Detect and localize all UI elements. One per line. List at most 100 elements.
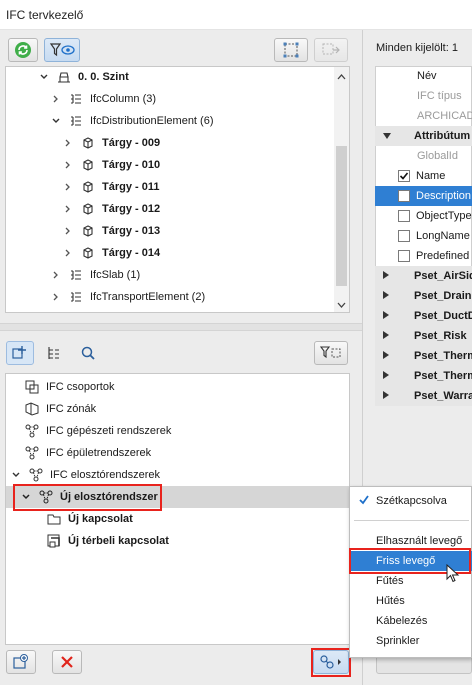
ifc-type-icon [68,289,84,305]
scroll-down-icon[interactable] [337,300,346,312]
chevron-right-icon[interactable] [383,290,389,302]
panel-splitter[interactable] [0,323,362,331]
filter-selection-button[interactable] [314,341,348,365]
tree-row-object[interactable]: Tárgy - 013 [62,220,160,242]
tree-row-ifctransport[interactable]: IfcTransportElement (2) [50,286,205,308]
chevron-right-icon[interactable] [62,137,74,149]
chevron-right-icon[interactable] [383,350,389,362]
object-icon [80,245,96,261]
section-pset[interactable]: Pset_Therm [375,366,472,386]
prop-objecttype-check[interactable]: ObjectType [375,206,472,226]
chevron-right-icon[interactable] [50,269,62,281]
system-icon [24,445,40,461]
tree-row-label: IFC zónák [46,403,97,415]
menu-separator [354,520,469,521]
chevron-down-icon[interactable] [38,71,50,83]
chevron-right-icon[interactable] [62,203,74,215]
prop-longname-check[interactable]: LongName [375,226,472,246]
chevron-right-icon[interactable] [62,181,74,193]
story-icon [56,69,72,85]
tree-row-object[interactable]: Tárgy - 009 [62,132,160,154]
menu-item-cooling[interactable]: Hűtés [350,591,472,611]
tree-row-label: 0. 0. Szint [78,71,129,83]
tree-row-story[interactable]: 0. 0. Szint [38,66,129,88]
hierarchy-icon [48,347,59,359]
tree-row-label: Tárgy - 014 [102,247,161,259]
menu-item-disconnected[interactable]: Szétkapcsolva [350,491,472,511]
selection-count: Minden kijelölt: 1 [376,42,458,54]
ifc-type-icon [68,267,84,283]
section-pset[interactable]: Pset_Warra [375,386,472,406]
new-folder-icon [13,654,28,669]
chevron-right-icon[interactable] [383,310,389,322]
prop-ifc-type: IFC típus [417,90,462,102]
chevron-right-icon[interactable] [383,330,389,342]
scroll-thumb[interactable] [336,146,347,286]
mouse-cursor-icon [446,563,460,587]
checkbox[interactable] [398,210,410,222]
tree-row-label: Tárgy - 011 [102,181,160,193]
tab-groups-systems[interactable] [6,341,34,365]
tree-row-distribution-systems[interactable]: IFC elosztórendszerek [10,464,160,486]
tree-row-label: IFC gépészeti rendszerek [46,425,172,437]
tree-row-label: Tárgy - 010 [102,159,161,171]
chevron-right-icon[interactable] [383,270,389,282]
scroll-up-icon[interactable] [337,71,346,83]
chevron-down-icon[interactable] [383,130,391,142]
tree-row-object[interactable]: Tárgy - 012 [62,198,160,220]
chevron-right-icon[interactable] [50,291,62,303]
chevron-right-icon[interactable] [383,370,389,382]
tree-row-ifc-zones[interactable]: IFC zónák [24,398,96,420]
delete-button[interactable] [52,650,82,674]
filter-view-button[interactable] [44,38,80,62]
tree-row-label: IFC elosztórendszerek [50,469,161,481]
group-icon [24,379,40,395]
prop-name-check[interactable]: Name [375,166,472,186]
tree-row-mep-systems[interactable]: IFC gépészeti rendszerek [24,420,171,442]
select-in-model-button[interactable] [274,38,308,62]
prop-predefined-check[interactable]: Predefined [375,246,472,266]
delete-icon [61,656,73,668]
tree-row-label: Új kapcsolat [68,513,133,525]
tree-row-object[interactable]: Tárgy - 014 [62,242,160,264]
system-icon [28,467,44,483]
menu-item-cabling[interactable]: Kábelezés [350,611,472,631]
checkbox[interactable] [398,230,410,242]
tree-row-object[interactable]: Tárgy - 010 [62,154,160,176]
tree-row-ifcslab[interactable]: IfcSlab (1) [50,264,140,286]
section-pset[interactable]: Pset_Risk [375,326,472,346]
section-pset[interactable]: Pset_DuctD [375,306,472,326]
checkbox[interactable] [398,190,410,202]
tree-row-building-systems[interactable]: IFC épületrendszerek [24,442,151,464]
menu-item-sprinkler[interactable]: Sprinkler [350,631,472,651]
section-pset[interactable]: Pset_Therm [375,346,472,366]
filter-select-icon [320,346,341,359]
tab-search[interactable] [74,341,102,365]
new-system-button[interactable] [6,650,36,674]
section-pset[interactable]: Pset_AirSid [375,266,472,286]
tree-row-object[interactable]: Tárgy - 011 [62,176,159,198]
section-pset[interactable]: Pset_Drain [375,286,472,306]
section-attributes[interactable]: Attribútum [375,126,472,146]
chevron-right-icon[interactable] [62,225,74,237]
refresh-button[interactable] [8,38,38,62]
tree-row-ifc-groups[interactable]: IFC csoportok [24,376,114,398]
tree-row-new-spatial-port[interactable]: Új térbeli kapcsolat [46,530,169,552]
chevron-down-icon[interactable] [10,469,22,481]
prop-name: Név [417,70,437,82]
checkbox[interactable] [398,250,410,262]
tree-row-new-port[interactable]: Új kapcsolat [46,508,133,530]
select-related-button[interactable] [314,38,348,62]
ifc-type-icon [68,113,84,129]
prop-description-check[interactable]: Description [375,186,472,206]
chevron-right-icon[interactable] [383,390,389,402]
tab-hierarchy[interactable] [40,341,68,365]
prop-archicad-id: ARCHICAD [417,110,472,122]
chevron-right-icon[interactable] [62,247,74,259]
tree-row-ifccolumn[interactable]: IfcColumn (3) [50,88,156,110]
tree-row-ifcdistribution[interactable]: IfcDistributionElement (6) [50,110,214,132]
chevron-right-icon[interactable] [50,93,62,105]
checkbox-checked[interactable] [398,170,410,182]
chevron-down-icon[interactable] [50,115,62,127]
chevron-right-icon[interactable] [62,159,74,171]
